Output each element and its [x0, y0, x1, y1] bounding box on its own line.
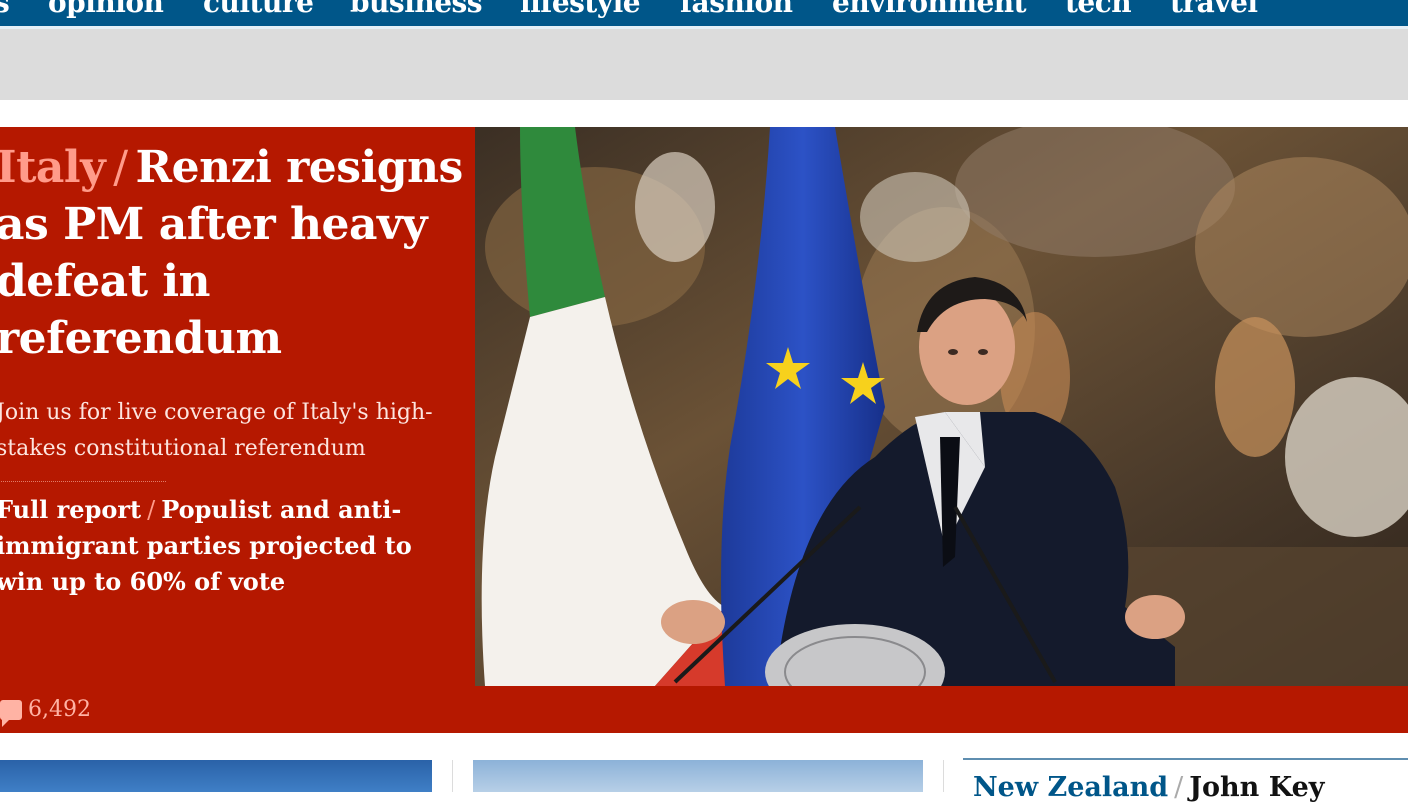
nav-divider	[0, 26, 1408, 29]
kicker-separator: /	[1174, 772, 1184, 803]
story-card-3[interactable]: New Zealand / John Key	[963, 758, 1408, 803]
story-standfirst: Join us for live coverage of Italy's hig…	[0, 400, 433, 461]
photo-renzi-press-conference-icon	[475, 127, 1408, 686]
kicker-separator: /	[113, 142, 128, 193]
top-story-text: Italy / Renzi resigns as PM after heavy de…	[0, 139, 466, 600]
story-card-3-title[interactable]: John Key	[1189, 772, 1324, 803]
comment-count[interactable]: 6,492	[0, 697, 91, 727]
story-headline[interactable]: Italy / Renzi resigns as PM after heavy de…	[0, 139, 466, 367]
dotted-divider	[0, 481, 166, 482]
story-card-image-2[interactable]	[473, 760, 923, 792]
story-image[interactable]	[475, 127, 1408, 686]
related-link[interactable]: Full report / Populist and anti-immigrant …	[0, 492, 446, 600]
nav-item-lifestyle[interactable]: lifestyle	[520, 0, 641, 19]
nav-item-fashion[interactable]: fashion	[680, 0, 793, 19]
top-story[interactable]: Italy / Renzi resigns as PM after heavy de…	[0, 127, 1408, 733]
nav-item-tech[interactable]: tech	[1065, 0, 1132, 19]
story-card-image-1[interactable]	[0, 760, 432, 792]
story-card-3-kicker[interactable]: New Zealand	[973, 772, 1168, 803]
advert-placeholder	[0, 26, 1408, 100]
column-divider	[943, 760, 944, 792]
nav-item-business[interactable]: business	[350, 0, 483, 19]
top-navigation: s opinion culture business lifestyle fas…	[0, 0, 1408, 26]
related-link-separator: /	[147, 496, 156, 524]
comment-count-value[interactable]: 6,492	[28, 697, 91, 722]
nav-item-culture[interactable]: culture	[203, 0, 314, 19]
story-card-3-headline[interactable]: New Zealand / John Key	[973, 772, 1324, 803]
nav-item-opinion[interactable]: opinion	[48, 0, 164, 19]
nav-item-partial[interactable]: s	[0, 0, 10, 19]
nav-item-environment[interactable]: environment	[832, 0, 1027, 19]
story-kicker[interactable]: Italy	[0, 142, 106, 193]
column-divider	[452, 760, 453, 792]
nav-item-travel[interactable]: travel	[1170, 0, 1258, 19]
comment-icon	[0, 699, 22, 727]
related-link-kicker[interactable]: Full report	[0, 495, 141, 524]
